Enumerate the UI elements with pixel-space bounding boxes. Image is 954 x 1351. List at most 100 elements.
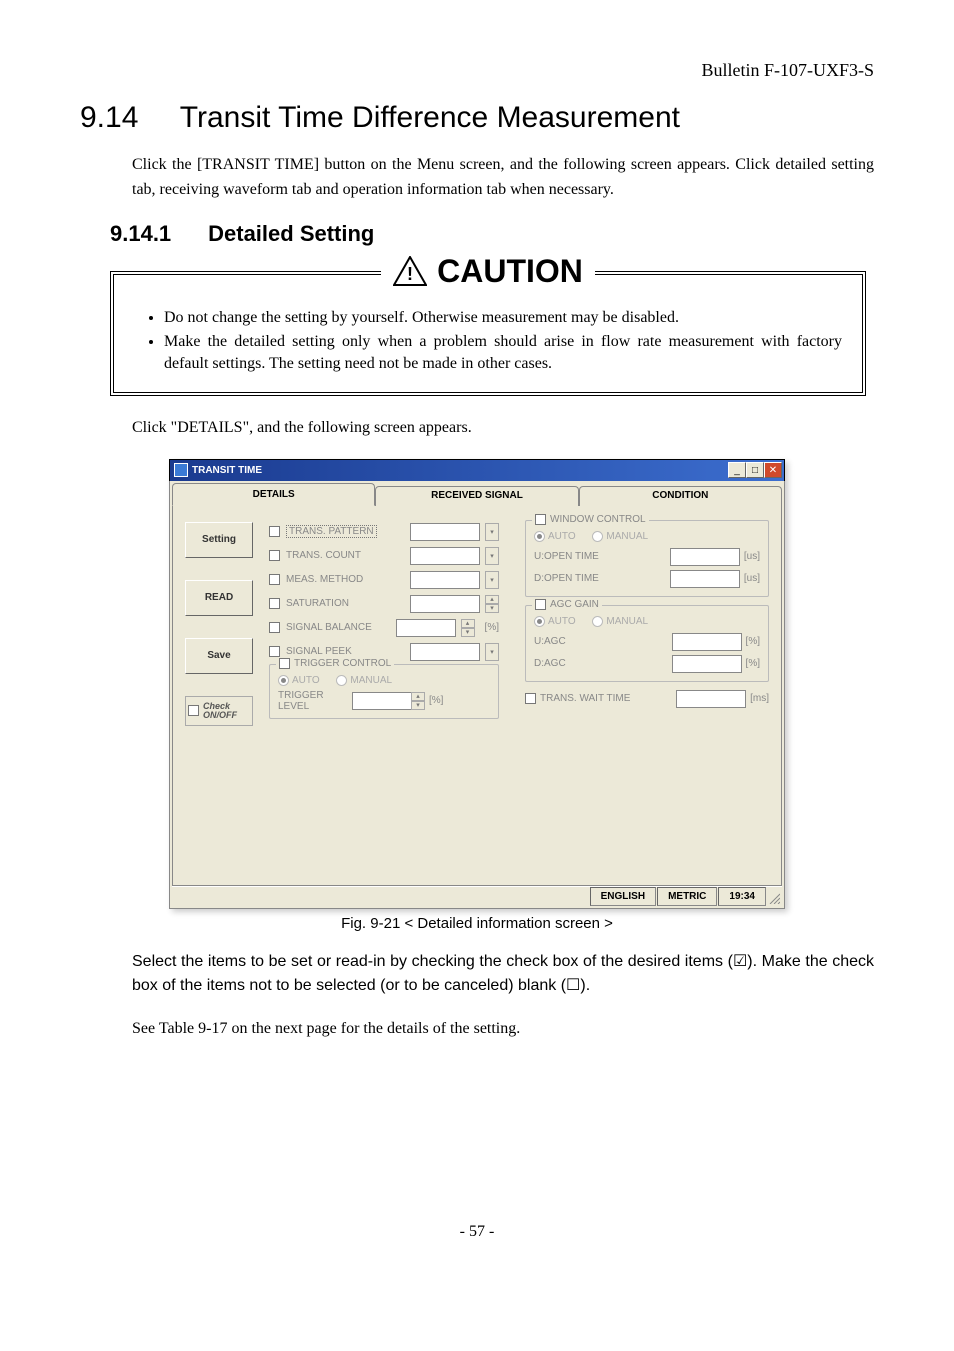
d-agc-field[interactable] [672,655,742,673]
d-agc-label: D:AGC [534,658,608,669]
meas-method-field[interactable] [410,571,480,589]
unit-label: [us] [744,573,760,584]
window-manual-label: MANUAL [606,531,648,542]
u-agc-label: U:AGC [534,636,608,647]
unit-label: [%] [746,636,760,647]
window-auto-radio[interactable] [534,531,545,542]
screenshot-window: TRANSIT TIME _ □ ✕ DETAILS RECEIVED SIGN… [169,459,785,909]
saturation-field[interactable] [410,595,480,613]
agc-gain-group: AGC GAIN AUTO MANUAL U:AGC[%] D:AGC[%] [525,605,769,682]
section-title: Transit Time Difference Measurement [180,101,680,134]
svg-text:!: ! [407,264,413,284]
agc-gain-label: AGC GAIN [550,599,599,610]
trigger-level-field[interactable] [352,692,412,710]
signal-balance-label: SIGNAL BALANCE [286,622,372,633]
maximize-button[interactable]: □ [746,462,764,478]
check-onoff-toggle[interactable]: Check ON/OFF [185,696,253,726]
window-control-checkbox[interactable] [535,514,546,525]
unit-label: [%] [429,695,443,706]
setting-button[interactable]: Setting [185,522,253,558]
check-onoff-label: Check ON/OFF [203,702,250,720]
window-auto-label: AUTO [548,531,576,542]
trigger-control-label: TRIGGER CONTROL [294,658,391,669]
trigger-control-checkbox[interactable] [279,658,290,669]
lead-paragraph: Click "DETAILS", and the following scree… [132,416,874,441]
dropdown-icon[interactable]: ▾ [485,571,499,589]
check-onoff-checkbox[interactable] [188,705,199,716]
figure-caption: Fig. 9-21 < Detailed information screen … [80,915,874,932]
section-heading: 9.14 Transit Time Difference Measurement [80,101,874,135]
trans-count-label: TRANS. COUNT [286,550,361,561]
status-time: 19:34 [718,887,766,906]
dropdown-icon[interactable]: ▾ [485,523,499,541]
trigger-manual-label: MANUAL [350,675,392,686]
unit-label: [%] [485,622,499,633]
tab-received-signal[interactable]: RECEIVED SIGNAL [375,486,578,506]
meas-method-label: MEAS. METHOD [286,574,363,585]
save-button[interactable]: Save [185,638,253,674]
agc-manual-radio[interactable] [592,616,603,627]
minimize-button[interactable]: _ [728,462,746,478]
trans-wait-field[interactable] [676,690,746,708]
section-number: 9.14 [80,101,172,135]
trans-pattern-checkbox[interactable] [269,526,280,537]
signal-balance-field[interactable] [396,619,456,637]
caution-box: ! CAUTION Do not change the setting by y… [110,271,866,396]
spin-up-icon[interactable]: ▴ [485,595,499,604]
spin-down-icon[interactable]: ▾ [485,604,499,613]
subsection-title: Detailed Setting [208,221,374,246]
status-bar: ENGLISH METRIC 19:34 [172,886,782,906]
dropdown-icon[interactable]: ▾ [485,547,499,565]
window-titlebar[interactable]: TRANSIT TIME _ □ ✕ [169,459,785,481]
page-number: - 57 - [0,1223,954,1241]
trigger-control-group: TRIGGER CONTROL AUTO MANUAL TRIGGER LEVE… [269,664,499,719]
resize-grip-icon[interactable] [766,887,782,906]
dropdown-icon[interactable]: ▾ [485,643,499,661]
spin-down-icon[interactable]: ▾ [461,628,475,637]
d-open-time-field[interactable] [670,570,740,588]
d-open-time-label: D:OPEN TIME [534,573,608,584]
trans-pattern-label: TRANS. PATTERN [286,525,377,538]
spin-down-icon[interactable]: ▾ [411,701,425,710]
agc-auto-radio[interactable] [534,616,545,627]
signal-peek-field[interactable] [410,643,480,661]
caution-bullet: Do not change the setting by yourself. O… [164,307,842,329]
u-agc-field[interactable] [672,633,742,651]
subsection-number: 9.14.1 [110,221,202,247]
saturation-label: SATURATION [286,598,349,609]
intro-paragraph: Click the [TRANSIT TIME] button on the M… [132,153,874,203]
outro-paragraph-2: See Table 9-17 on the next page for the … [132,1017,874,1042]
spin-up-icon[interactable]: ▴ [411,692,425,701]
caution-bullet: Make the detailed setting only when a pr… [164,331,842,376]
trans-count-field[interactable] [410,547,480,565]
read-button[interactable]: READ [185,580,253,616]
unit-label: [us] [744,551,760,562]
caution-heading: CAUTION [437,253,583,290]
trans-pattern-field[interactable] [410,523,480,541]
outro-paragraph-1: Select the items to be set or read-in by… [132,950,874,1000]
signal-balance-checkbox[interactable] [269,622,280,633]
meas-method-checkbox[interactable] [269,574,280,585]
status-language: ENGLISH [590,887,656,906]
spin-up-icon[interactable]: ▴ [461,619,475,628]
saturation-checkbox[interactable] [269,598,280,609]
agc-gain-checkbox[interactable] [535,599,546,610]
trigger-manual-radio[interactable] [336,675,347,686]
unit-label: [ms] [750,693,769,704]
u-open-time-field[interactable] [670,548,740,566]
agc-manual-label: MANUAL [606,616,648,627]
trans-wait-label: TRANS. WAIT TIME [540,693,630,704]
window-manual-radio[interactable] [592,531,603,542]
tab-condition[interactable]: CONDITION [579,486,782,506]
agc-auto-label: AUTO [548,616,576,627]
trans-count-checkbox[interactable] [269,550,280,561]
trans-wait-checkbox[interactable] [525,693,536,704]
tab-details[interactable]: DETAILS [172,483,375,506]
u-open-time-label: U:OPEN TIME [534,551,608,562]
app-icon [174,463,188,477]
signal-peek-label: SIGNAL PEEK [286,646,352,657]
close-button[interactable]: ✕ [764,462,782,478]
signal-peek-checkbox[interactable] [269,646,280,657]
trigger-auto-radio[interactable] [278,675,289,686]
unit-label: [%] [746,658,760,669]
